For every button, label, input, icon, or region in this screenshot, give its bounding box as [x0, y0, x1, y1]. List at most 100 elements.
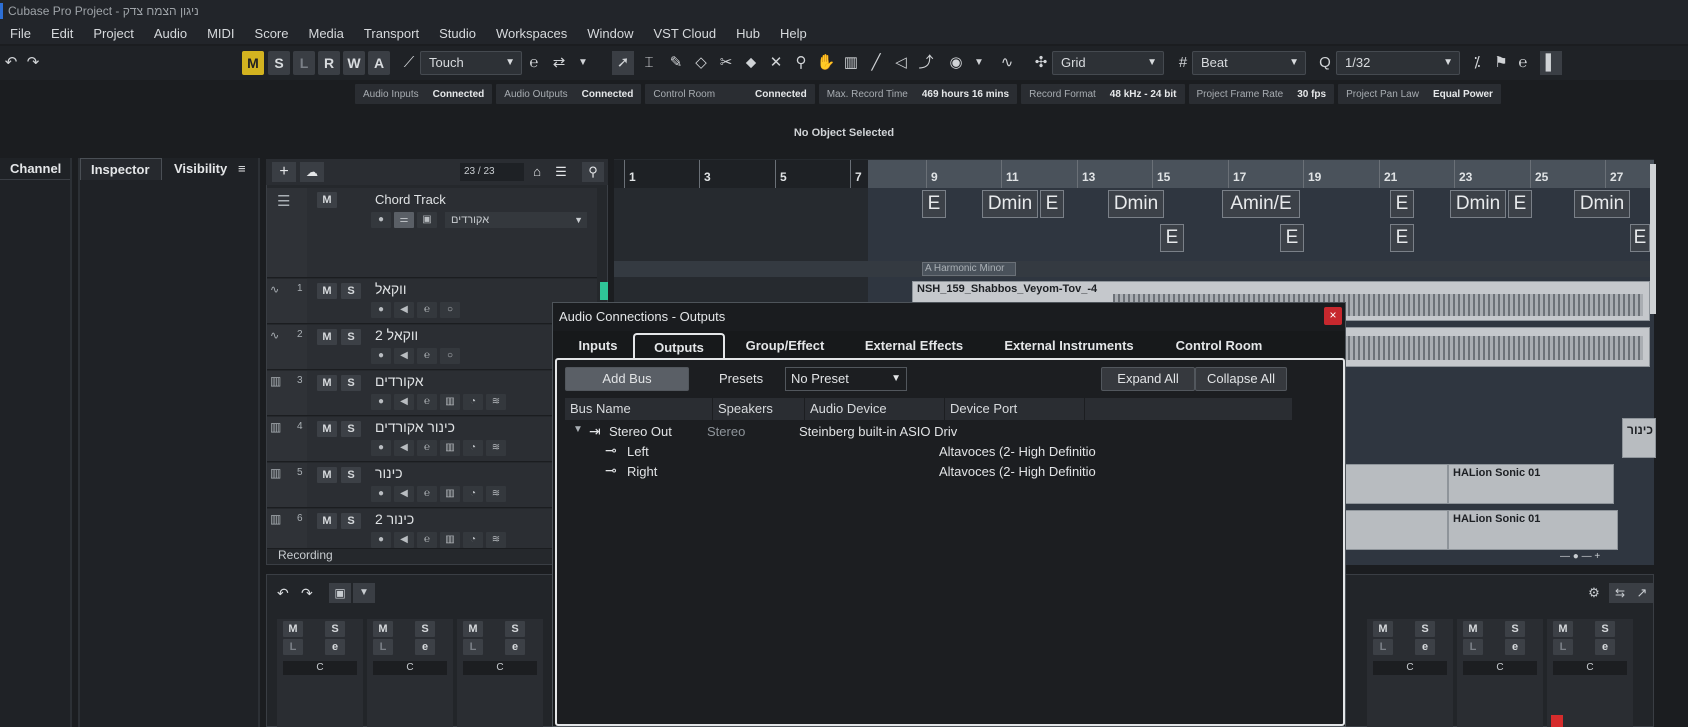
quantize-select[interactable]: 1/32 ▼ [1336, 51, 1460, 75]
edit-button[interactable]: e [325, 639, 345, 655]
mute-button[interactable]: M [1373, 621, 1393, 637]
edit-icon[interactable]: ℮ [417, 486, 437, 502]
solo-button[interactable]: S [341, 467, 361, 483]
tab-inputs[interactable]: Inputs [563, 333, 633, 359]
chord-event[interactable]: E [922, 190, 946, 218]
solo-button[interactable]: S [341, 283, 361, 299]
draw-icon[interactable]: ✎ [665, 51, 687, 75]
color-icon[interactable]: ◉ [945, 51, 967, 75]
chord-event[interactable]: Dmin [1108, 190, 1164, 218]
redo-icon[interactable]: ↷ [22, 51, 44, 75]
listen-button[interactable]: L [1373, 639, 1393, 655]
column-speakers[interactable]: Speakers [713, 398, 805, 420]
edit-button[interactable]: e [1505, 639, 1525, 655]
pan-control[interactable]: C [463, 661, 537, 675]
table-row[interactable]: ▼ ⇥ Stereo Out Stereo Steinberg built-in… [565, 422, 1291, 442]
status-max-record-time[interactable]: Max. Record Time 469 hours 16 mins [818, 84, 1018, 104]
snap-type-select[interactable]: Grid ▼ [1052, 51, 1164, 75]
solo-button[interactable]: S [1595, 621, 1615, 637]
add-cloud-icon[interactable]: ☁ [300, 162, 324, 182]
auto-scroll-icon[interactable]: ∿ [996, 51, 1018, 75]
split-icon[interactable]: ✂ [715, 51, 737, 75]
eq-icon[interactable]: ≋ [486, 486, 506, 502]
pan-control[interactable]: C [1553, 661, 1627, 675]
hand-icon[interactable]: ✋ [815, 51, 837, 75]
preset-select[interactable]: No Preset ▼ [785, 367, 907, 391]
track-name[interactable]: ווקאל [375, 281, 406, 297]
solo-button[interactable]: S [341, 513, 361, 529]
zoom-icon[interactable]: ⚲ [790, 51, 812, 75]
glue-icon[interactable]: ⬥ [740, 51, 762, 75]
status-record-format[interactable]: Record Format 48 kHz - 24 bit [1021, 84, 1185, 104]
listen-mode-button[interactable]: L [293, 51, 315, 75]
edit-button[interactable]: e [505, 639, 525, 655]
mute-button[interactable]: M [317, 375, 337, 391]
chord-event[interactable]: Dmin [1450, 190, 1506, 218]
edit-icon[interactable]: ℮ [417, 394, 437, 410]
menu-window[interactable]: Window [577, 26, 643, 41]
clock-icon[interactable]: ◔ [463, 440, 483, 456]
menu-media[interactable]: Media [299, 26, 354, 41]
edit-button[interactable]: e [1415, 639, 1435, 655]
menu-score[interactable]: Score [245, 26, 299, 41]
record-icon[interactable]: ● [371, 348, 391, 364]
edit-icon[interactable]: ℮ [417, 532, 437, 548]
quantize-icon[interactable]: Q [1314, 51, 1336, 75]
record-icon[interactable]: ● [371, 302, 391, 318]
chord-track[interactable]: ☰ M Chord Track ● ⚌ ▣ אקורדים ▼ [267, 188, 597, 278]
listen-button[interactable]: L [1463, 639, 1483, 655]
track-name[interactable]: אקורדים [375, 373, 424, 389]
read-icon[interactable]: ○ [440, 348, 460, 364]
erase-icon[interactable]: ◇ [690, 51, 712, 75]
mute-button[interactable]: M [317, 192, 337, 208]
record-icon[interactable]: ● [371, 532, 391, 548]
track-name[interactable]: כינור [375, 465, 403, 481]
menu-midi[interactable]: MIDI [197, 26, 244, 41]
tab-channel[interactable]: Channel [0, 158, 70, 180]
mixer-channel[interactable]: M S L e C [367, 619, 453, 727]
clock-icon[interactable]: ◔ [463, 532, 483, 548]
mute-button[interactable]: M [317, 329, 337, 345]
routing-icon[interactable]: ⇆ [1609, 583, 1631, 603]
clock-icon[interactable]: ◔ [463, 486, 483, 502]
mute-button[interactable]: M [317, 513, 337, 529]
edit-button[interactable]: e [415, 639, 435, 655]
expand-all-button[interactable]: Expand All [1101, 367, 1195, 391]
read-icon[interactable]: ○ [440, 302, 460, 318]
range-selection-icon[interactable]: ⌶ [638, 51, 660, 75]
eq-icon[interactable]: ≋ [486, 394, 506, 410]
search-icon[interactable]: ⚲ [582, 162, 604, 182]
monitor-icon[interactable]: ◀ [394, 348, 414, 364]
edit-icon[interactable]: ℮ [417, 348, 437, 364]
listen-button[interactable]: L [373, 639, 393, 655]
mute-mode-button[interactable]: M [242, 51, 264, 75]
instrument-icon[interactable]: ▥ [440, 440, 460, 456]
menu-hub[interactable]: Hub [726, 26, 770, 41]
collapse-all-button[interactable]: Collapse All [1195, 367, 1287, 391]
mute-button[interactable]: M [317, 467, 337, 483]
mute-button[interactable]: M [463, 621, 483, 637]
record-icon[interactable]: ● [371, 486, 391, 502]
midi-event[interactable] [1340, 510, 1448, 550]
menu-workspaces[interactable]: Workspaces [486, 26, 577, 41]
listen-button[interactable]: L [463, 639, 483, 655]
solo-button[interactable]: S [415, 621, 435, 637]
menu-studio[interactable]: Studio [429, 26, 486, 41]
snapshot-icon[interactable]: ▣ [329, 583, 351, 603]
chord-assistant-icon[interactable]: ▣ [417, 212, 437, 228]
chevron-down-icon[interactable]: ▼ [573, 424, 583, 435]
table-row[interactable]: ⊸ Right Altavoces (2- High Definitio [565, 462, 1291, 482]
track-row[interactable]: ▥ 5 M S כינור ● ◀ ℮ ▥ ◔ ≋ [267, 463, 597, 508]
chord-event[interactable]: E [1390, 190, 1414, 218]
dialog-title-bar[interactable]: Audio Connections - Outputs × [553, 303, 1345, 331]
track-row[interactable]: ∿ 2 M S ווקאל 2 ● ◀ ℮ ○ [267, 325, 597, 370]
menu-project[interactable]: Project [83, 26, 143, 41]
grid-type-select[interactable]: Beat ▼ [1192, 51, 1306, 75]
midi-event[interactable]: HALion Sonic 01 [1448, 464, 1614, 504]
mixer-channel[interactable]: M S L e C [1367, 619, 1453, 727]
column-audio-device[interactable]: Audio Device [805, 398, 945, 420]
gear-icon[interactable]: ⚙ [1583, 583, 1605, 603]
instrument-icon[interactable]: ▥ [440, 394, 460, 410]
tab-control-room[interactable]: Control Room [1159, 333, 1279, 359]
chord-event[interactable]: E [1390, 224, 1414, 252]
